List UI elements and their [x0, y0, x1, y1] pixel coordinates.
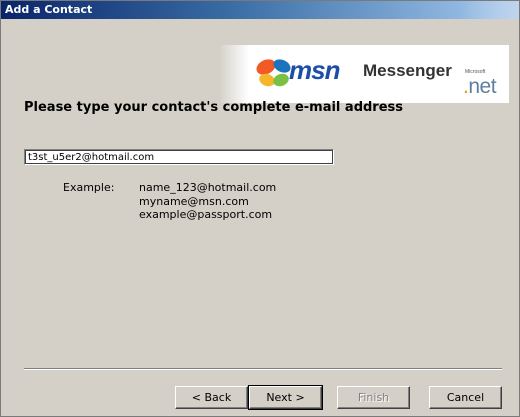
- finish-button[interactable]: Finish: [337, 386, 410, 409]
- example-list: name_123@hotmail.com myname@msn.com exam…: [139, 181, 276, 222]
- back-button[interactable]: < Back: [175, 386, 248, 409]
- logo-fade: [219, 45, 249, 103]
- messenger-wordmark: Messenger: [363, 61, 452, 80]
- msn-wordmark: msn: [289, 55, 340, 85]
- email-address-input[interactable]: [24, 149, 334, 165]
- example-item: example@passport.com: [139, 208, 273, 221]
- cancel-button[interactable]: Cancel: [429, 386, 502, 409]
- title-bar-fade: [459, 1, 519, 19]
- button-separator: [24, 368, 502, 370]
- title-bar[interactable]: Add a Contact: [1, 1, 519, 19]
- instruction-heading: Please type your contact's complete e-ma…: [24, 100, 404, 115]
- example-item: myname@msn.com: [139, 194, 249, 208]
- add-contact-dialog: Add a Contact msn Messenger .net Microso…: [0, 0, 520, 417]
- example-item: name_123@hotmail.com: [139, 181, 277, 194]
- example-label: Example:: [63, 181, 115, 194]
- next-button[interactable]: Next >: [248, 385, 323, 410]
- microsoft-small-text: Microsoft: [465, 69, 486, 75]
- net-text: net: [468, 75, 497, 98]
- net-wordmark: .net: [463, 75, 497, 99]
- window-title: Add a Contact: [5, 3, 93, 16]
- msn-messenger-logo: msn Messenger .net Microsoft: [219, 45, 509, 103]
